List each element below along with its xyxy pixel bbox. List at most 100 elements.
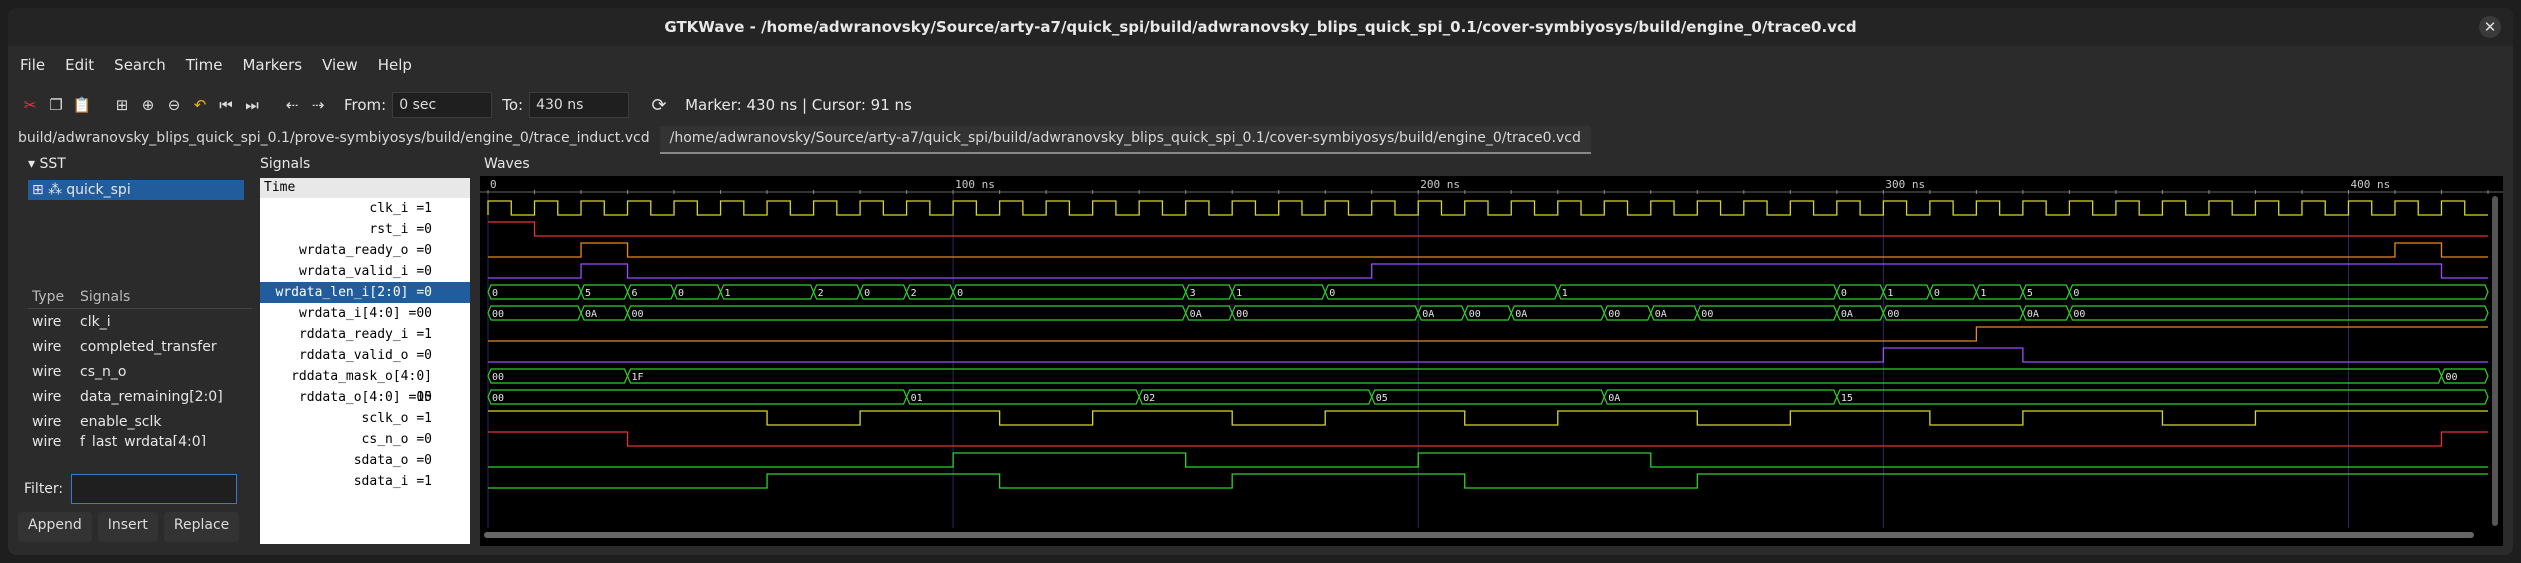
bus-value-label: 0: [1934, 288, 1940, 299]
menu-file[interactable]: File: [20, 56, 45, 74]
insert-button[interactable]: Insert: [97, 512, 158, 542]
signal-row[interactable]: rddata_mask_o[4:0] =00: [260, 366, 470, 405]
bus-value-label: 00: [492, 372, 504, 383]
signal-row[interactable]: rst_i =0: [260, 219, 470, 240]
sst-table-header: Type Signals: [28, 286, 252, 309]
sst-row[interactable]: wire data_remaining[2:0]: [28, 384, 252, 409]
zoom-out-icon[interactable]: ⊖: [164, 95, 184, 115]
sst-row[interactable]: wire f_last_wrdata[4:0]: [28, 434, 252, 446]
signal-row[interactable]: sdata_i =1: [260, 471, 470, 492]
paste-icon[interactable]: 📋: [72, 95, 92, 115]
waveform-view[interactable]: 0 100 ns 200 ns 300 ns 400 ns0 5 6 0 1 2 0 2 0 3 1 0 1 0 1…: [480, 176, 2503, 546]
bus-value-label: 0A: [2027, 309, 2039, 320]
sst-tree: ⊞ ⁂ quick_spi: [18, 178, 248, 288]
signals-panel: Signals Time clk_i =1 rst_i =0 wrdata_read…: [258, 156, 472, 549]
signal-row[interactable]: wrdata_i[4:0] =00: [260, 303, 470, 324]
filter-label: Filter:: [24, 481, 64, 497]
signal-row[interactable]: cs_n_o =0: [260, 429, 470, 450]
sst-row[interactable]: wire enable_sclk: [28, 409, 252, 434]
signal-row[interactable]: rddata_ready_i =1: [260, 324, 470, 345]
bus-value-label: 0A: [1190, 309, 1202, 320]
bus-value-label: 0: [492, 288, 498, 299]
bus-value-label: 0: [864, 288, 870, 299]
bus-value-label: 00: [492, 309, 504, 320]
row-type: wire: [32, 413, 62, 430]
menu-bar: File Edit Search Time Markers View Help: [8, 46, 2513, 84]
copy-icon[interactable]: ❐: [46, 95, 66, 115]
row-name: completed_transfer: [80, 338, 217, 355]
row-type: wire: [32, 434, 62, 446]
zoom-start-icon[interactable]: ⏮: [216, 95, 236, 115]
bus-value-label: 0: [678, 288, 684, 299]
find-prev-edge-icon[interactable]: ⇠: [282, 95, 302, 115]
sst-tree-item[interactable]: ⊞ ⁂ quick_spi: [28, 180, 244, 200]
signal-row[interactable]: sclk_o =1: [260, 408, 470, 429]
bus-value-label: 02: [1143, 393, 1155, 404]
to-input[interactable]: [529, 92, 630, 118]
signal-row[interactable]: sdata_o =0: [260, 450, 470, 471]
signal-row[interactable]: clk_i =1: [260, 198, 470, 219]
bus-value-label: 0: [1841, 288, 1847, 299]
module-icon: ⊞ ⁂: [32, 182, 63, 198]
zoom-fit-icon[interactable]: ⊞: [112, 95, 132, 115]
close-icon[interactable]: ✕: [2479, 16, 2501, 38]
title-bar: GTKWave - /home/adwranovsky/Source/arty-…: [8, 8, 2513, 46]
filter-input[interactable]: [71, 474, 238, 504]
menu-edit[interactable]: Edit: [65, 56, 94, 74]
bus-value-label: 0: [957, 288, 963, 299]
menu-time[interactable]: Time: [186, 56, 223, 74]
zoom-in-icon[interactable]: ⊕: [138, 95, 158, 115]
to-label: To:: [502, 96, 524, 114]
signal-row[interactable]: wrdata_valid_i =0: [260, 261, 470, 282]
bus-value-label: 15: [1841, 393, 1853, 404]
signal-row[interactable]: rddata_o[4:0] =15: [260, 387, 470, 408]
tab-trace0[interactable]: /home/adwranovsky/Source/arty-a7/quick_s…: [659, 126, 1591, 154]
waves-panel: Waves 0 100 ns 200 ns 300 ns 400 ns 0 5 6 0 1 2 0 2 0…: [480, 156, 2503, 549]
from-input[interactable]: [392, 92, 493, 118]
sst-row[interactable]: wire clk_i: [28, 309, 252, 334]
row-name: data_remaining[2:0]: [80, 388, 223, 405]
bus-value-label: 0: [1329, 288, 1335, 299]
bus-value-label: 2: [911, 288, 917, 299]
bus-value-label: 05: [1376, 393, 1388, 404]
menu-view[interactable]: View: [322, 56, 358, 74]
append-button[interactable]: Append: [18, 512, 92, 542]
replace-button[interactable]: Replace: [163, 512, 240, 542]
menu-search[interactable]: Search: [114, 56, 166, 74]
window-title: GTKWave - /home/adwranovsky/Source/arty-…: [664, 18, 1857, 36]
sst-row[interactable]: wire cs_n_o: [28, 359, 252, 384]
bus-value-label: 00: [2445, 372, 2457, 383]
sst-row[interactable]: wire completed_transfer: [28, 334, 252, 359]
bus-value-label: 01: [911, 393, 923, 404]
col-signals[interactable]: Signals: [80, 289, 130, 305]
tab-trace-induct[interactable]: build/adwranovsky_blips_quick_spi_0.1/pr…: [8, 126, 660, 154]
find-next-edge-icon[interactable]: ⇢: [308, 95, 328, 115]
col-type[interactable]: Type: [28, 289, 80, 305]
zoom-end-icon[interactable]: ⏭: [242, 95, 262, 115]
marker-cursor-status: Marker: 430 ns | Cursor: 91 ns: [685, 96, 912, 114]
bus-value-label: 0A: [1515, 309, 1527, 320]
bus-value-label: 0: [2073, 288, 2079, 299]
bus-value-label: 1: [725, 288, 731, 299]
menu-help[interactable]: Help: [378, 56, 412, 74]
cut-icon[interactable]: ✂: [20, 95, 40, 115]
menu-markers[interactable]: Markers: [242, 56, 302, 74]
bus-value-label: 1: [1887, 288, 1893, 299]
bus-value-label: 3: [1190, 288, 1196, 299]
reload-icon[interactable]: ⟳: [649, 95, 669, 116]
row-type: wire: [32, 363, 62, 380]
undo-zoom-icon[interactable]: ↶: [190, 95, 210, 115]
horizontal-scrollbar: [484, 532, 2474, 538]
time-tick-label: 200 ns: [1420, 178, 1460, 191]
signals-list: Time clk_i =1 rst_i =0 wrdata_ready_o =0 wr…: [260, 178, 470, 544]
signal-row[interactable]: wrdata_len_i[2:0] =0: [260, 282, 470, 303]
bus-value-label: 00: [1608, 309, 1620, 320]
signal-row[interactable]: wrdata_ready_o =0: [260, 240, 470, 261]
sst-header[interactable]: ▾ SST: [18, 156, 248, 176]
from-label: From:: [344, 96, 387, 114]
signal-row[interactable]: rddata_valid_o =0: [260, 345, 470, 366]
bus-value-label: 00: [492, 393, 504, 404]
signals-title: Signals: [260, 156, 311, 172]
bus-value-label: 0A: [1422, 309, 1434, 320]
file-tabs: build/adwranovsky_blips_quick_spi_0.1/pr…: [8, 126, 2513, 154]
